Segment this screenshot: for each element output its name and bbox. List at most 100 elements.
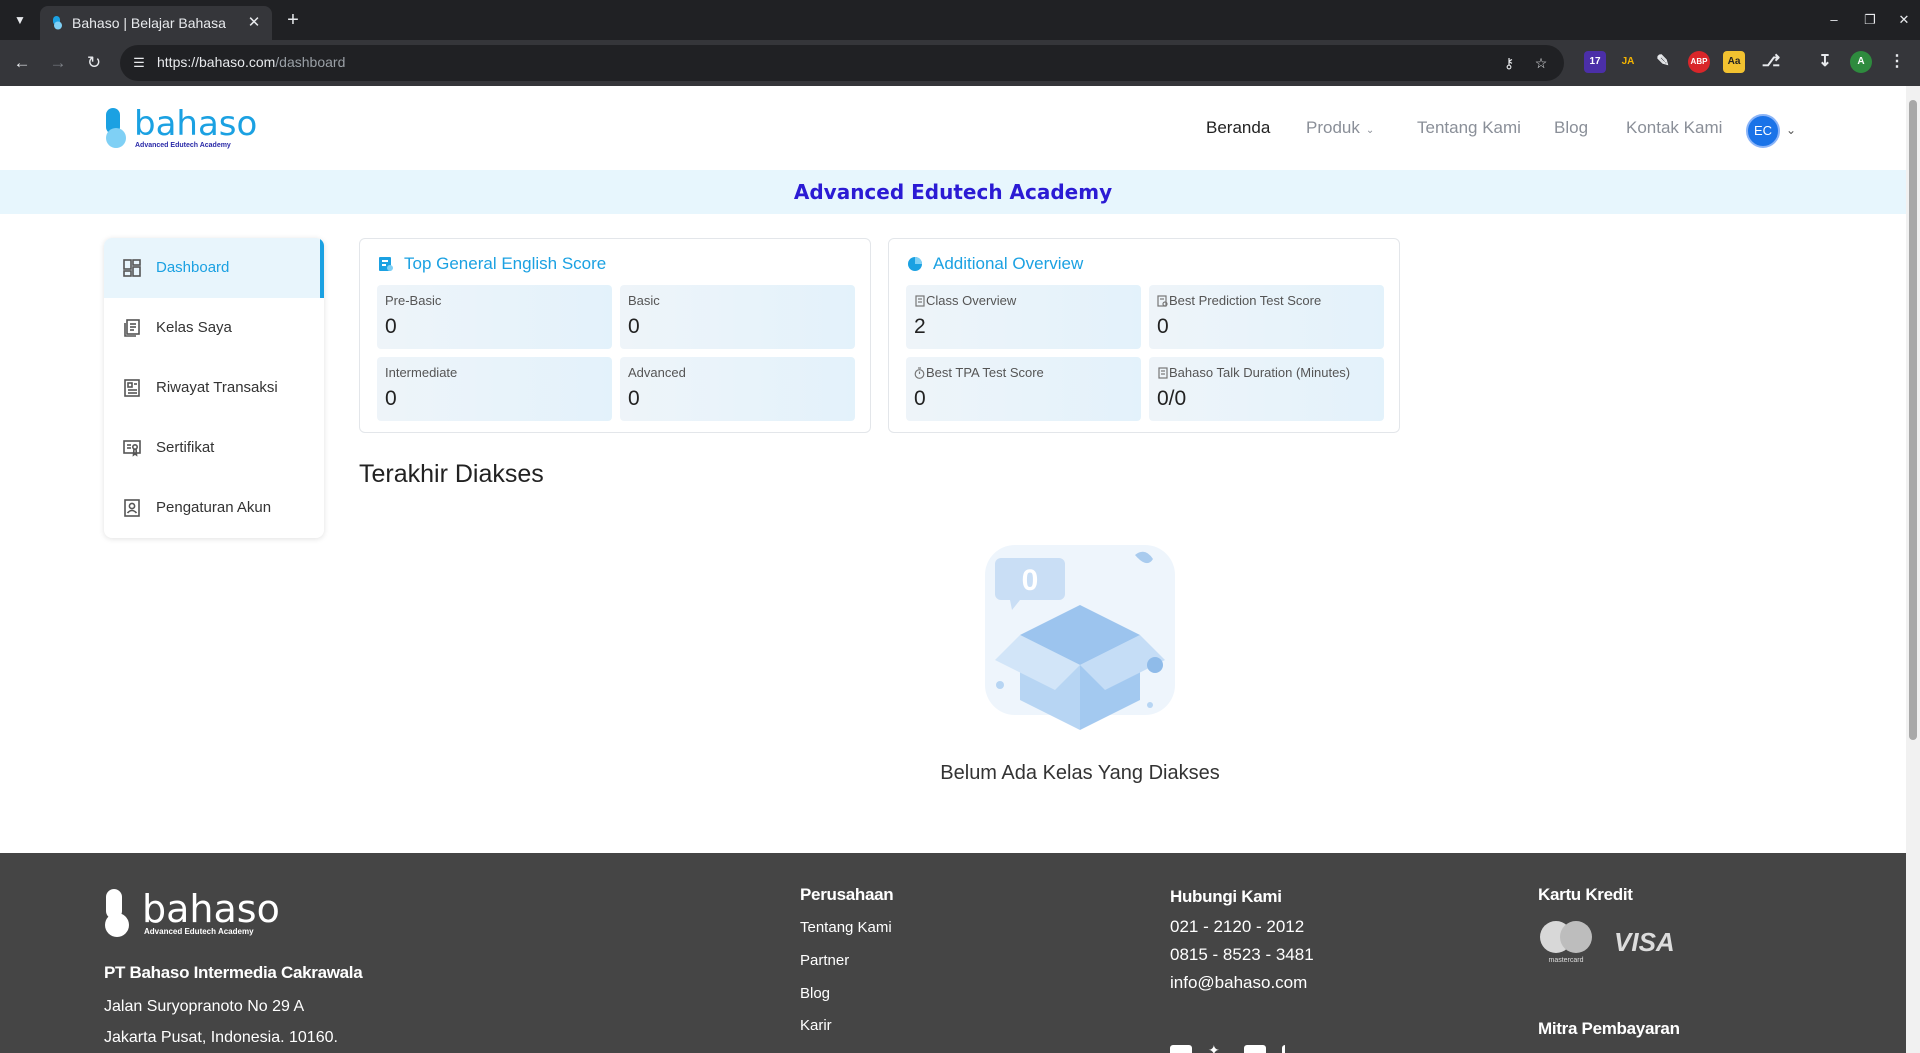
extension-eyedropper-icon[interactable]: ✎ bbox=[1652, 51, 1674, 73]
stat-basic: Basic 0 bbox=[620, 285, 855, 349]
tiktok-icon[interactable] bbox=[1282, 1045, 1296, 1053]
twitter-icon[interactable]: ✦ bbox=[1208, 1043, 1230, 1053]
footer-mobile[interactable]: 0815 - 8523 - 3481 bbox=[1170, 945, 1314, 965]
extension-dictionary-icon[interactable]: Aa bbox=[1723, 51, 1745, 73]
stat-value: 0 bbox=[914, 387, 926, 410]
stat-value: 0 bbox=[628, 387, 640, 410]
sidebar-item-riwayat-transaksi[interactable]: Riwayat Transaksi bbox=[104, 358, 324, 418]
address-bar[interactable]: ☰ https://bahaso.com/dashboard ⚷ ☆ bbox=[120, 45, 1564, 81]
extension-calendar-icon[interactable]: 17 bbox=[1584, 51, 1606, 73]
extension-adblock-icon[interactable]: ABP bbox=[1688, 51, 1710, 73]
dashboard-icon bbox=[123, 259, 141, 277]
dashboard-sidebar: Dashboard Kelas Saya Riwayat Transaksi S… bbox=[104, 238, 324, 538]
nav-blog[interactable]: Blog bbox=[1554, 118, 1588, 138]
test-score-icon bbox=[1157, 295, 1168, 307]
site-footer: bahaso Advanced Edutech Academy PT Bahas… bbox=[0, 853, 1906, 1053]
footer-link-karir[interactable]: Karir bbox=[800, 1017, 832, 1034]
tab-bar: ▼ Bahaso | Belajar Bahasa ✕ + – ❐ ✕ bbox=[0, 0, 1920, 40]
empty-state-text: Belum Ada Kelas Yang Diakses bbox=[940, 762, 1220, 784]
user-avatar[interactable]: EC bbox=[1746, 114, 1780, 148]
tab-search-icon[interactable]: ▼ bbox=[10, 10, 30, 30]
account-chevron-down-icon[interactable]: ⌄ bbox=[1786, 120, 1802, 140]
facebook-icon[interactable] bbox=[1244, 1045, 1266, 1053]
nav-beranda[interactable]: Beranda bbox=[1206, 118, 1270, 138]
sidebar-item-sertifikat[interactable]: Sertifikat bbox=[104, 418, 324, 478]
additional-overview-card: Additional Overview Class Overview 2 Bes… bbox=[888, 238, 1400, 433]
new-tab-icon[interactable]: + bbox=[282, 9, 304, 31]
profile-avatar-icon[interactable]: A bbox=[1850, 51, 1872, 73]
browser-tab[interactable]: Bahaso | Belajar Bahasa ✕ bbox=[40, 6, 272, 40]
footer-logo-subtitle: Advanced Edutech Academy bbox=[144, 927, 254, 936]
stat-pre-basic: Pre-Basic 0 bbox=[377, 285, 612, 349]
score-icon bbox=[379, 257, 393, 271]
bahaso-logo[interactable]: bahaso Advanced Edutech Academy bbox=[104, 104, 258, 152]
page-scrollbar-thumb[interactable] bbox=[1909, 100, 1917, 740]
certificate-icon bbox=[123, 440, 141, 457]
pie-chart-icon bbox=[908, 257, 922, 271]
footer-email[interactable]: info@bahaso.com bbox=[1170, 973, 1307, 993]
stat-label: Best Prediction Test Score bbox=[1169, 293, 1322, 308]
stat-talk-duration: Bahaso Talk Duration (Minutes) 0/0 bbox=[1149, 357, 1384, 421]
restore-icon[interactable]: ❐ bbox=[1860, 10, 1880, 30]
chevron-down-icon: ⌄ bbox=[1365, 125, 1375, 136]
sidebar-item-label: Sertifikat bbox=[156, 439, 215, 456]
stat-value: 0 bbox=[385, 315, 397, 338]
browser-menu-icon[interactable]: ⋮ bbox=[1886, 51, 1908, 73]
back-icon[interactable]: ← bbox=[10, 51, 34, 75]
site-info-icon[interactable]: ☰ bbox=[130, 54, 148, 72]
url-text[interactable]: https://bahaso.com/dashboard bbox=[157, 54, 345, 72]
sidebar-item-dashboard[interactable]: Dashboard bbox=[104, 238, 324, 298]
password-key-icon[interactable]: ⚷ bbox=[1500, 54, 1518, 72]
nav-produk[interactable]: Produk ⌄ bbox=[1306, 118, 1374, 138]
close-tab-icon[interactable]: ✕ bbox=[245, 14, 263, 32]
academy-banner: Advanced Edutech Academy bbox=[0, 170, 1906, 214]
footer-link-blog[interactable]: Blog bbox=[800, 985, 830, 1002]
instagram-icon[interactable] bbox=[1170, 1045, 1192, 1053]
footer-address-line: Jakarta Pusat, Indonesia. 10160. bbox=[104, 1029, 338, 1046]
footer-address-line: Jalan Suryopranoto No 29 A bbox=[104, 998, 305, 1015]
reload-icon[interactable]: ↻ bbox=[82, 51, 106, 75]
mastercard-logo-icon: mastercard bbox=[1540, 921, 1592, 964]
logo-wordmark: bahaso bbox=[134, 104, 258, 144]
stat-label: Basic bbox=[628, 293, 660, 308]
sidebar-item-pengaturan-akun[interactable]: Pengaturan Akun bbox=[104, 478, 324, 538]
nav-kontak-kami[interactable]: Kontak Kami bbox=[1626, 118, 1722, 138]
recent-section-title: Terakhir Diakses bbox=[359, 460, 544, 488]
empty-box-illustration-icon: 0 bbox=[985, 545, 1175, 730]
footer-logo-wordmark: bahaso bbox=[142, 887, 280, 931]
extension-badge: 17 bbox=[1589, 56, 1601, 67]
footer-phone[interactable]: 021 - 2120 - 2012 bbox=[1170, 917, 1304, 937]
stat-intermediate: Intermediate 0 bbox=[377, 357, 612, 421]
stat-label: Advanced bbox=[628, 365, 686, 380]
close-window-icon[interactable]: ✕ bbox=[1894, 10, 1914, 30]
sidebar-item-kelas-saya[interactable]: Kelas Saya bbox=[104, 298, 324, 358]
footer-link-partner[interactable]: Partner bbox=[800, 952, 849, 969]
sidebar-item-label: Dashboard bbox=[156, 259, 230, 276]
forward-icon[interactable]: → bbox=[46, 51, 70, 75]
browser-chrome: ▼ Bahaso | Belajar Bahasa ✕ + – ❐ ✕ ← → … bbox=[0, 0, 1920, 86]
logo-subtitle: Advanced Edutech Academy bbox=[135, 142, 231, 149]
nav-tentang-kami[interactable]: Tentang Kami bbox=[1417, 118, 1521, 138]
stat-value: 0 bbox=[385, 387, 397, 410]
footer-contact-heading: Hubungi Kami bbox=[1170, 887, 1282, 906]
site-header: bahaso Advanced Edutech Academy Beranda … bbox=[0, 86, 1906, 170]
extension-translate-icon[interactable]: JA bbox=[1617, 51, 1639, 73]
nav-produk-label: Produk bbox=[1306, 118, 1360, 137]
stat-label: Intermediate bbox=[385, 365, 458, 380]
footer-logo[interactable]: bahaso Advanced Edutech Academy bbox=[104, 887, 284, 943]
footer-logo-mark-icon bbox=[105, 889, 129, 937]
footer-link-tentang-kami[interactable]: Tentang Kami bbox=[800, 919, 892, 936]
top-english-score-card: Top General English Score Pre-Basic 0 Ba… bbox=[359, 238, 871, 433]
minimize-icon[interactable]: – bbox=[1824, 10, 1844, 30]
stat-best-prediction: Best Prediction Test Score 0 bbox=[1149, 285, 1384, 349]
bahaso-favicon-icon bbox=[53, 16, 62, 30]
bookmark-star-icon[interactable]: ☆ bbox=[1532, 54, 1550, 72]
stat-best-tpa: Best TPA Test Score 0 bbox=[906, 357, 1141, 421]
stat-class-overview: Class Overview 2 bbox=[906, 285, 1141, 349]
stopwatch-icon bbox=[914, 367, 925, 379]
download-icon[interactable]: ↧ bbox=[1814, 51, 1836, 73]
stat-label: Pre-Basic bbox=[385, 293, 442, 308]
extensions-puzzle-icon[interactable]: ⎇ bbox=[1760, 51, 1782, 73]
tab-title: Bahaso | Belajar Bahasa bbox=[72, 15, 226, 31]
footer-company-name: PT Bahaso Intermedia Cakrawala bbox=[104, 963, 363, 982]
